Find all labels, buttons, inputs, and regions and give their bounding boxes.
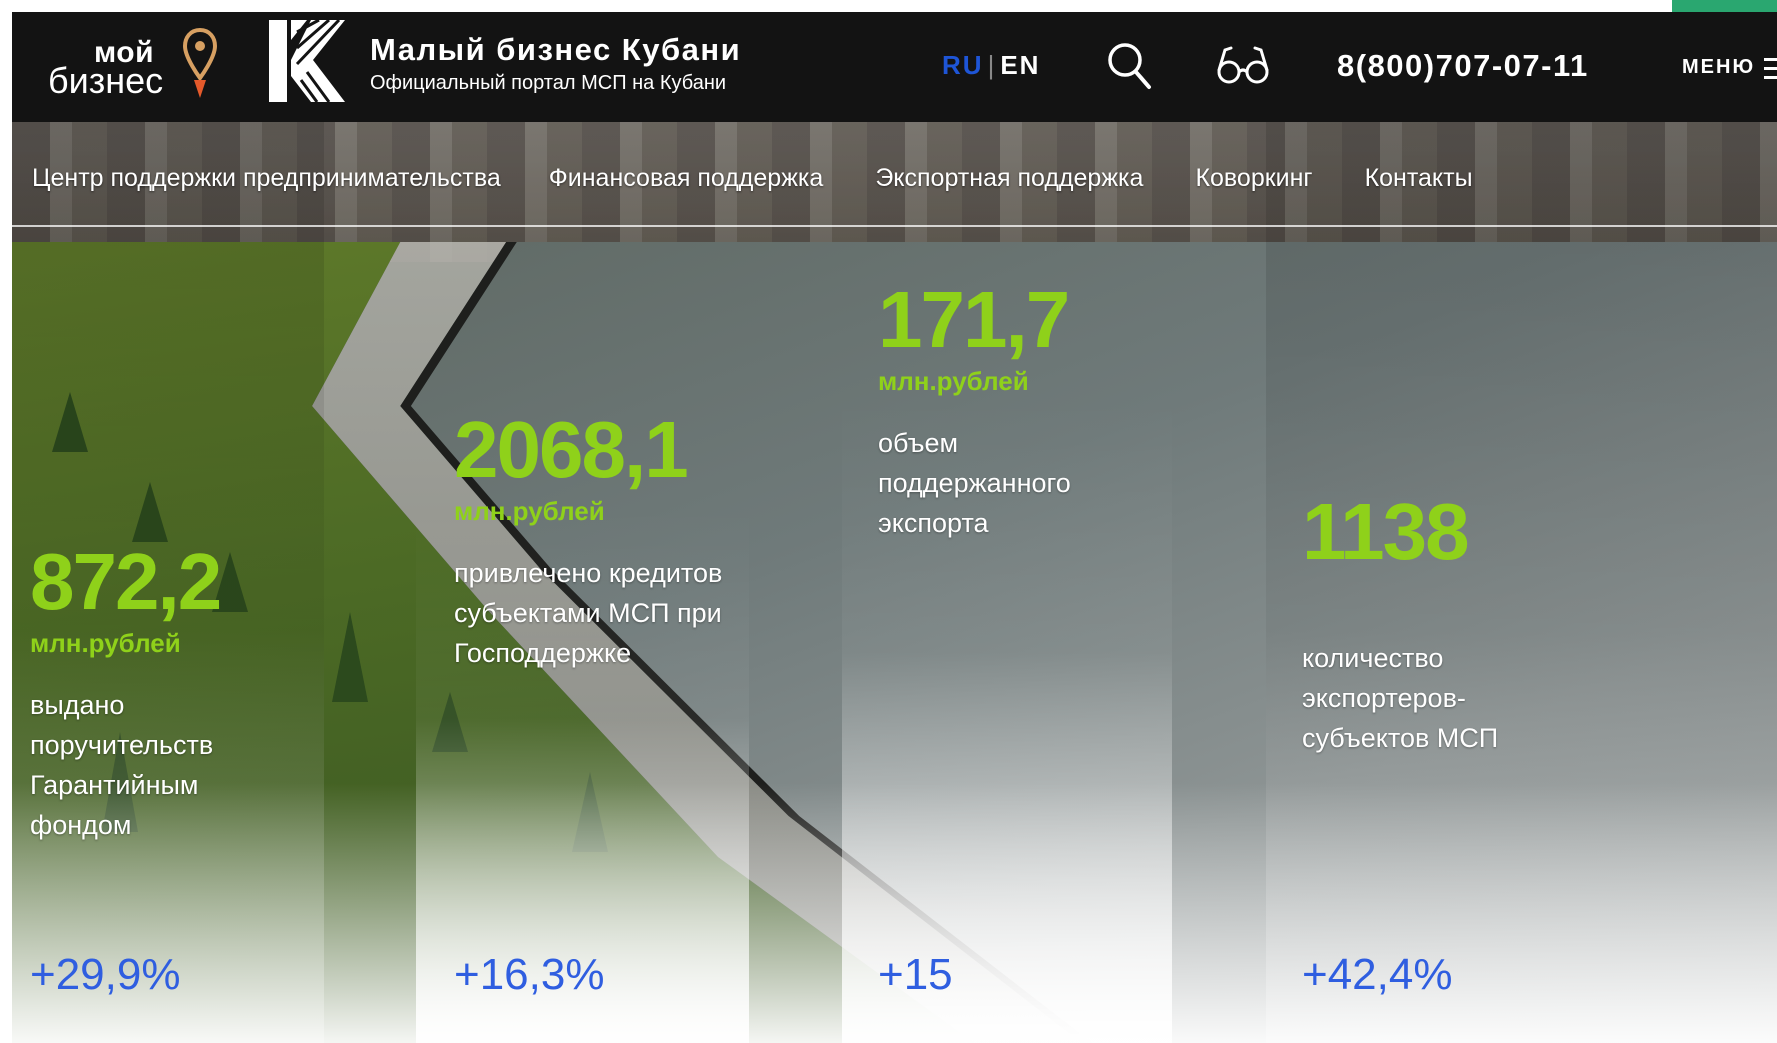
stat-description: количество экспортеров-субъектов МСП	[1302, 643, 1499, 753]
stat-value: 872,2	[30, 537, 222, 626]
kuban-k-logo[interactable]	[267, 18, 347, 104]
stat-description: выдано поручительств Гарантийным фондом	[30, 690, 214, 840]
stat-delta: +42,4%	[1302, 950, 1453, 999]
language-switcher: RU | EN	[942, 50, 1040, 81]
nav-item-coworking[interactable]: Коворкинг	[1155, 164, 1324, 193]
stat-unit	[1302, 578, 1542, 618]
stat-description: привлечено кредитов субъектами МСП при Г…	[454, 558, 723, 668]
stat-delta: +15	[878, 950, 953, 999]
menu-button[interactable]: МЕНЮ	[1682, 56, 1755, 79]
nav-item-financial-support[interactable]: Финансовая поддержка	[513, 164, 836, 193]
logo-word-bottom: бизнес	[48, 60, 164, 101]
stat-unit: млн.рублей	[30, 628, 181, 658]
nav-item-support-center[interactable]: Центр поддержки предпринимательства	[20, 164, 513, 193]
stat-value: 171,7	[878, 275, 1070, 364]
lang-separator: |	[987, 50, 997, 80]
phone-link[interactable]: 8(800)707-07-11	[1337, 48, 1589, 84]
nav-item-contacts[interactable]: Контакты	[1325, 164, 1485, 193]
stat-value: 2068,1	[454, 405, 689, 494]
stat-export-volume: 171,7 млн.рублей объем поддержанного экс…	[878, 280, 1118, 543]
main-nav: Центр поддержки предпринимательства Фина…	[20, 164, 1485, 193]
glasses-icon[interactable]	[1215, 44, 1271, 88]
stat-value: 1138	[1302, 487, 1470, 576]
stat-credits: 2068,1 млн.рублей привлечено кредитов су…	[454, 410, 754, 673]
map-pin-icon	[182, 27, 218, 98]
lang-ru[interactable]: RU	[942, 50, 984, 80]
stat-description: объем поддержанного экспорта	[878, 428, 1071, 538]
site-subtitle: Официальный портал МСП на Кубани	[370, 72, 727, 94]
site-title: Малый бизнес Кубани	[370, 32, 742, 67]
nav-divider	[12, 225, 1777, 227]
site-title-block[interactable]: Малый бизнес Кубани Официальный портал М…	[370, 32, 741, 95]
lang-en[interactable]: EN	[1000, 50, 1040, 80]
stat-unit: млн.рублей	[878, 366, 1029, 396]
nav-item-export-support[interactable]: Экспортная поддержка	[835, 164, 1155, 193]
stat-delta: +16,3%	[454, 950, 605, 999]
stat-exporters: 1138 количество экспортеров-субъектов МС…	[1302, 492, 1542, 758]
stat-delta: +29,9%	[30, 950, 181, 999]
stat-guarantees: 872,2 млн.рублей выдано поручительств Га…	[30, 542, 260, 845]
hero-section: мой бизнес Малый бизнес Кубани Официальн…	[12, 12, 1777, 1043]
menu-icon[interactable]	[1764, 54, 1777, 84]
stat-unit: млн.рублей	[454, 496, 605, 526]
site-header: мой бизнес Малый бизнес Кубани Официальн…	[12, 12, 1777, 122]
moy-biznes-logo[interactable]: мой бизнес	[34, 26, 224, 106]
search-icon[interactable]	[1105, 40, 1153, 92]
